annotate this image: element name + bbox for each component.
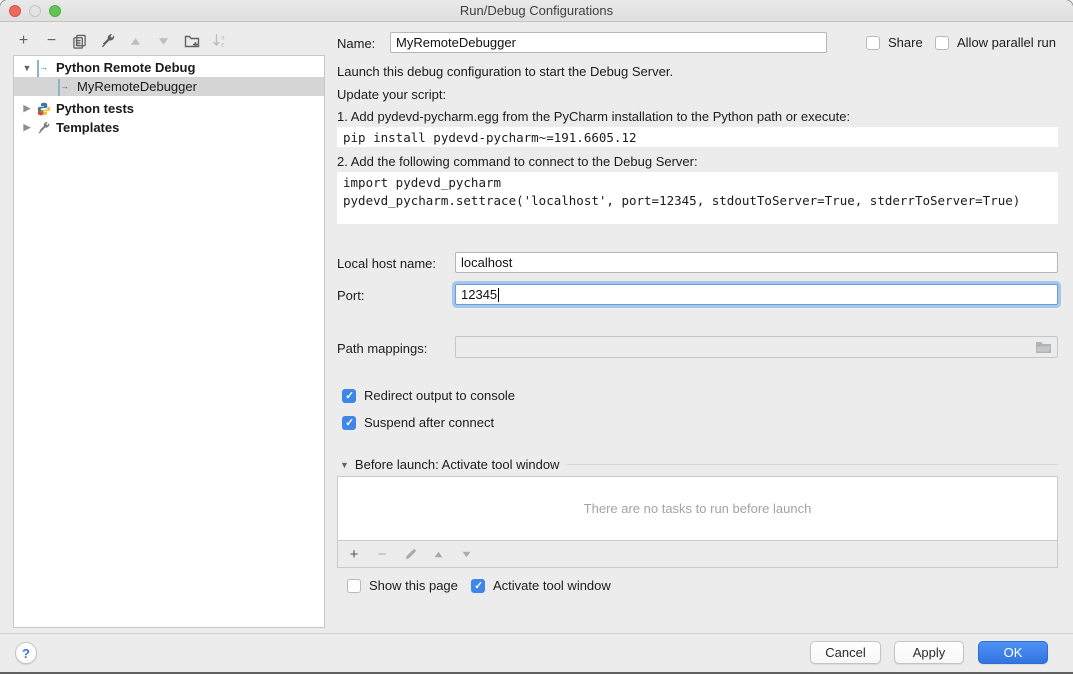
suspend-after-connect-label: Suspend after connect xyxy=(364,415,494,430)
edit-templates-icon[interactable] xyxy=(99,33,116,50)
port-input[interactable]: 12345 xyxy=(455,284,1058,305)
help-button[interactable]: ? xyxy=(15,642,37,664)
description-update-script: Update your script: xyxy=(337,87,446,102)
before-launch-title: Before launch: Activate tool window xyxy=(355,457,560,472)
tree-item-python-remote-debug[interactable]: ▼ Python Remote Debug xyxy=(14,58,324,77)
allow-parallel-checkbox-row: Allow parallel run xyxy=(935,35,1056,50)
tree-item-templates[interactable]: ▶ Templates xyxy=(14,118,324,137)
local-host-name-label: Local host name: xyxy=(337,256,436,271)
path-mappings-input[interactable] xyxy=(455,336,1058,358)
share-checkbox[interactable] xyxy=(866,36,880,50)
move-task-down-icon xyxy=(458,546,474,562)
before-launch-header: ▼ Before launch: Activate tool window xyxy=(340,457,1058,472)
templates-wrench-icon xyxy=(37,121,51,135)
share-checkbox-row: Share xyxy=(866,35,923,50)
run-config-icon xyxy=(37,61,51,75)
redirect-output-checkbox[interactable] xyxy=(342,389,356,403)
tree-item-myremotedebugger[interactable]: MyRemoteDebugger xyxy=(14,77,324,96)
remove-task-icon: − xyxy=(374,546,390,562)
show-this-page-checkbox[interactable] xyxy=(347,579,361,593)
settrace-code: import pydevd_pycharm pydevd_pycharm.set… xyxy=(337,172,1058,224)
move-task-up-icon xyxy=(430,546,446,562)
local-host-name-input[interactable] xyxy=(455,252,1058,273)
run-config-icon xyxy=(58,80,72,94)
tree-item-python-tests[interactable]: ▶ Python tests xyxy=(14,99,324,118)
chevron-right-icon[interactable]: ▶ xyxy=(21,122,33,133)
allow-parallel-run-checkbox[interactable] xyxy=(935,36,949,50)
move-down-icon xyxy=(155,33,172,50)
activate-tool-window-label: Activate tool window xyxy=(493,578,611,593)
share-label: Share xyxy=(888,35,923,50)
browse-folder-icon[interactable] xyxy=(1035,340,1052,354)
configurations-tree: ▼ Python Remote Debug MyRemoteDebugger ▶… xyxy=(13,55,325,628)
new-folder-icon[interactable] xyxy=(183,33,200,50)
text-caret xyxy=(498,288,499,302)
redirect-output-label: Redirect output to console xyxy=(364,388,515,403)
description-step1: 1. Add pydevd-pycharm.egg from the PyCha… xyxy=(337,109,850,124)
pip-install-code: pip install pydevd-pycharm~=191.6605.12 xyxy=(337,127,1058,147)
remove-icon[interactable]: − xyxy=(43,33,60,50)
cancel-button[interactable]: Cancel xyxy=(810,641,881,664)
sort-icon: az xyxy=(211,33,228,50)
empty-tasks-message: There are no tasks to run before launch xyxy=(584,501,812,516)
add-icon[interactable]: + xyxy=(15,33,32,50)
configurations-toolbar: + − az xyxy=(15,31,228,51)
python-tests-icon xyxy=(37,102,51,116)
before-launch-task-list: There are no tasks to run before launch xyxy=(337,476,1058,541)
question-mark-icon: ? xyxy=(22,646,30,661)
description-intro: Launch this debug configuration to start… xyxy=(337,64,673,79)
show-this-page-row: Show this page xyxy=(347,578,458,593)
suspend-after-connect-checkbox[interactable] xyxy=(342,416,356,430)
redirect-output-row: Redirect output to console xyxy=(342,388,515,403)
svg-text:a: a xyxy=(221,35,225,42)
move-up-icon xyxy=(127,33,144,50)
activate-tool-window-checkbox[interactable] xyxy=(471,579,485,593)
name-label: Name: xyxy=(337,36,375,51)
chevron-right-icon[interactable]: ▶ xyxy=(21,103,33,114)
add-task-icon[interactable]: + xyxy=(346,546,362,562)
copy-icon[interactable] xyxy=(71,33,88,50)
activate-tool-window-row: Activate tool window xyxy=(471,578,611,593)
path-mappings-label: Path mappings: xyxy=(337,341,427,356)
edit-task-icon xyxy=(402,546,418,562)
svg-text:z: z xyxy=(221,42,224,49)
suspend-after-connect-row: Suspend after connect xyxy=(342,415,494,430)
collapse-triangle-icon[interactable]: ▼ xyxy=(340,460,349,470)
titlebar: Run/Debug Configurations xyxy=(0,0,1073,22)
tasks-toolbar: + − xyxy=(337,541,1058,568)
port-label: Port: xyxy=(337,288,364,303)
description-step2: 2. Add the following command to connect … xyxy=(337,154,698,169)
apply-button[interactable]: Apply xyxy=(894,641,964,664)
dialog-footer: ? Cancel Apply OK xyxy=(0,633,1073,674)
window-title: Run/Debug Configurations xyxy=(0,3,1073,18)
allow-parallel-run-label: Allow parallel run xyxy=(957,35,1056,50)
ok-button[interactable]: OK xyxy=(978,641,1048,664)
run-debug-configurations-dialog: Run/Debug Configurations + − az ▼ Python… xyxy=(0,0,1073,674)
divider xyxy=(567,464,1058,465)
show-this-page-label: Show this page xyxy=(369,578,458,593)
chevron-down-icon[interactable]: ▼ xyxy=(21,63,33,73)
name-input[interactable] xyxy=(390,32,827,53)
